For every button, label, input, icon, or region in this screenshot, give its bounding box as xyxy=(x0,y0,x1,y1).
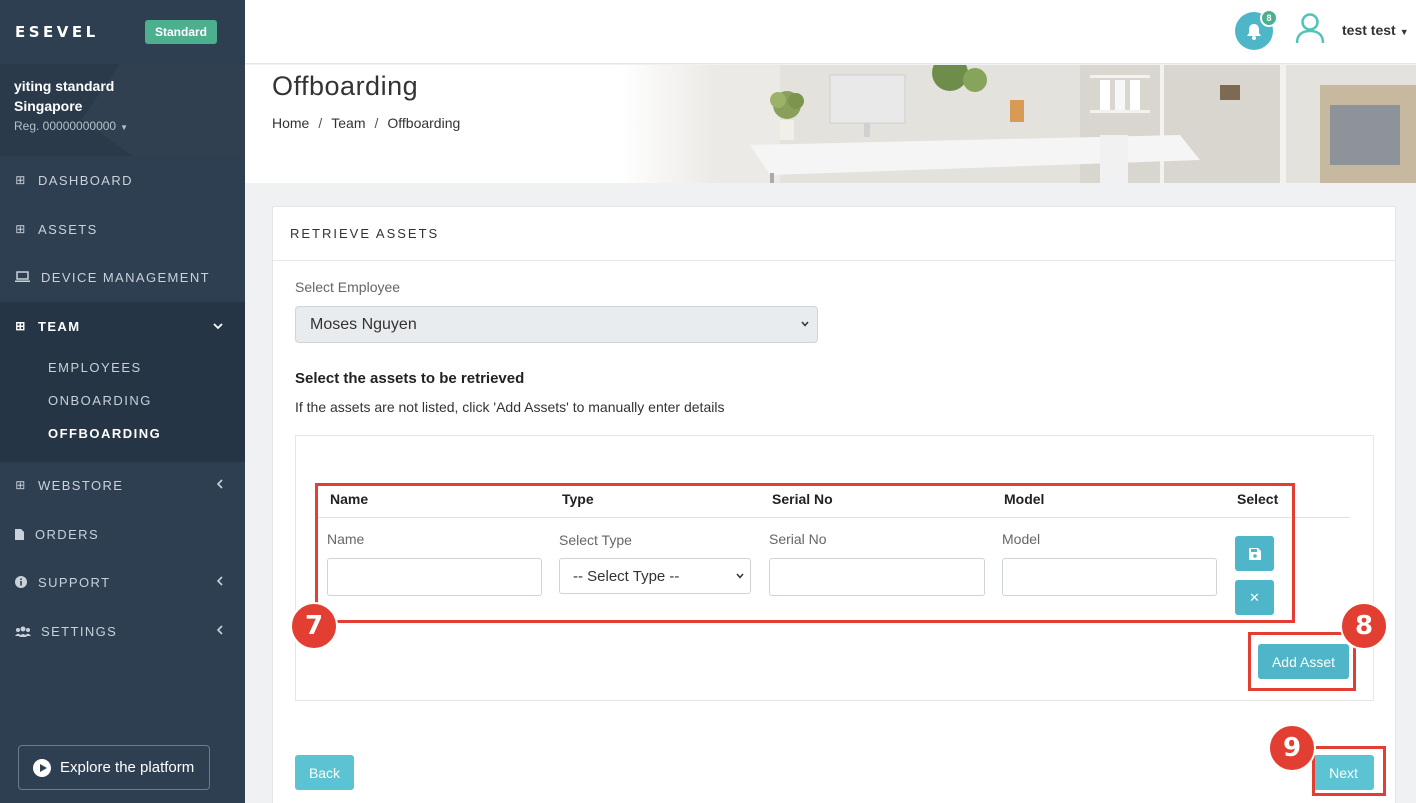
sidebar-item-label: ASSETS xyxy=(38,221,98,237)
sidebar-item-label: DASHBOARD xyxy=(38,172,133,188)
chevron-left-icon xyxy=(216,478,223,492)
chevron-down-icon xyxy=(213,319,223,333)
sidebar-subitem-offboarding[interactable]: OFFBOARDING xyxy=(48,426,161,441)
sidebar-item-device-management[interactable]: DEVICE MANAGEMENT xyxy=(0,254,245,300)
sidebar-item-assets[interactable]: ⊞ ASSETS xyxy=(0,206,245,252)
step-9-badge: 9 xyxy=(1268,724,1316,772)
user-name: test test xyxy=(1342,22,1396,38)
section-hint: If the assets are not listed, click 'Add… xyxy=(295,399,725,415)
breadcrumb-separator: / xyxy=(318,115,323,131)
sidebar-item-label: ORDERS xyxy=(35,526,100,542)
sidebar-item-support[interactable]: SUPPORT xyxy=(0,559,245,605)
employee-select[interactable]: Moses Nguyen xyxy=(295,306,818,343)
sidebar-item-label: DEVICE MANAGEMENT xyxy=(41,269,210,285)
page-header: Offboarding Home / Team / Offboarding xyxy=(245,65,1416,183)
grid-icon: ⊞ xyxy=(15,478,27,492)
step-8-badge: 8 xyxy=(1340,602,1388,650)
employee-label: Select Employee xyxy=(295,279,401,295)
chevron-left-icon xyxy=(216,624,223,638)
top-bar: 8 test test ▼ xyxy=(245,0,1416,64)
back-button[interactable]: Back xyxy=(295,755,354,790)
caret-down-icon: ▼ xyxy=(1399,27,1409,37)
sidebar-item-webstore[interactable]: ⊞ WEBSTORE xyxy=(0,462,245,508)
sidebar-item-orders[interactable]: ORDERS xyxy=(0,511,245,557)
explore-platform-button[interactable]: Explore the platform xyxy=(18,745,210,790)
sidebar-item-label: SETTINGS xyxy=(41,623,118,639)
step-7-badge: 7 xyxy=(290,602,338,650)
sidebar-item-settings[interactable]: SETTINGS xyxy=(0,608,245,654)
grid-icon: ⊞ xyxy=(15,173,27,187)
section-heading: Select the assets to be retrieved xyxy=(295,370,525,387)
laptop-icon xyxy=(14,270,31,284)
company-switcher[interactable]: yiting standard Singapore Reg. 000000000… xyxy=(0,64,245,156)
page-title: Offboarding xyxy=(272,71,419,101)
sidebar-item-label: WEBSTORE xyxy=(38,477,124,493)
sidebar-item-dashboard[interactable]: ⊞ DASHBOARD xyxy=(0,157,245,203)
sidebar-subitem-employees[interactable]: EMPLOYEES xyxy=(48,360,142,375)
company-reg: Reg. 00000000000 ▼ xyxy=(14,119,129,133)
breadcrumb-team[interactable]: Team xyxy=(331,115,365,131)
breadcrumb-separator: / xyxy=(374,115,379,131)
app-logo[interactable]: ESEVEL xyxy=(15,23,99,41)
bell-icon xyxy=(1247,23,1261,40)
company-country: Singapore xyxy=(14,98,83,114)
breadcrumb: Home / Team / Offboarding xyxy=(272,115,460,131)
breadcrumb-offboarding: Offboarding xyxy=(387,115,461,131)
play-icon xyxy=(33,758,51,777)
office-banner-image xyxy=(620,65,1416,183)
user-menu[interactable]: test test ▼ xyxy=(1342,22,1409,38)
card-title: RETRIEVE ASSETS xyxy=(273,207,1395,261)
brand-bar: ESEVEL Standard xyxy=(0,0,245,64)
plan-badge: Standard xyxy=(144,20,217,44)
employee-select-value: Moses Nguyen xyxy=(310,315,417,333)
info-icon xyxy=(14,575,28,589)
highlight-next xyxy=(1312,746,1386,796)
highlight-add-asset xyxy=(1248,632,1356,691)
highlight-asset-row xyxy=(315,483,1295,623)
file-icon xyxy=(14,527,25,541)
grid-icon: ⊞ xyxy=(15,319,27,333)
notification-count-badge: 8 xyxy=(1260,9,1278,27)
company-name: yiting standard xyxy=(14,78,115,94)
breadcrumb-home[interactable]: Home xyxy=(272,115,309,131)
chevron-down-icon xyxy=(801,319,809,330)
sidebar-item-label: TEAM xyxy=(38,318,81,334)
sidebar-item-team[interactable]: ⊞ TEAM xyxy=(0,303,245,349)
chevron-left-icon xyxy=(216,575,223,589)
team-group: ⊞ TEAM EMPLOYEES ONBOARDING OFFBOARDING xyxy=(0,302,245,462)
grid-icon: ⊞ xyxy=(15,222,27,236)
users-icon xyxy=(14,624,31,638)
sidebar-subitem-onboarding[interactable]: ONBOARDING xyxy=(48,393,152,408)
sidebar-item-label: SUPPORT xyxy=(38,574,111,590)
sidebar: ESEVEL Standard yiting standard Singapor… xyxy=(0,0,245,803)
user-avatar-icon[interactable] xyxy=(1295,12,1325,44)
explore-label: Explore the platform xyxy=(60,759,195,776)
caret-down-icon: ▼ xyxy=(120,123,129,132)
